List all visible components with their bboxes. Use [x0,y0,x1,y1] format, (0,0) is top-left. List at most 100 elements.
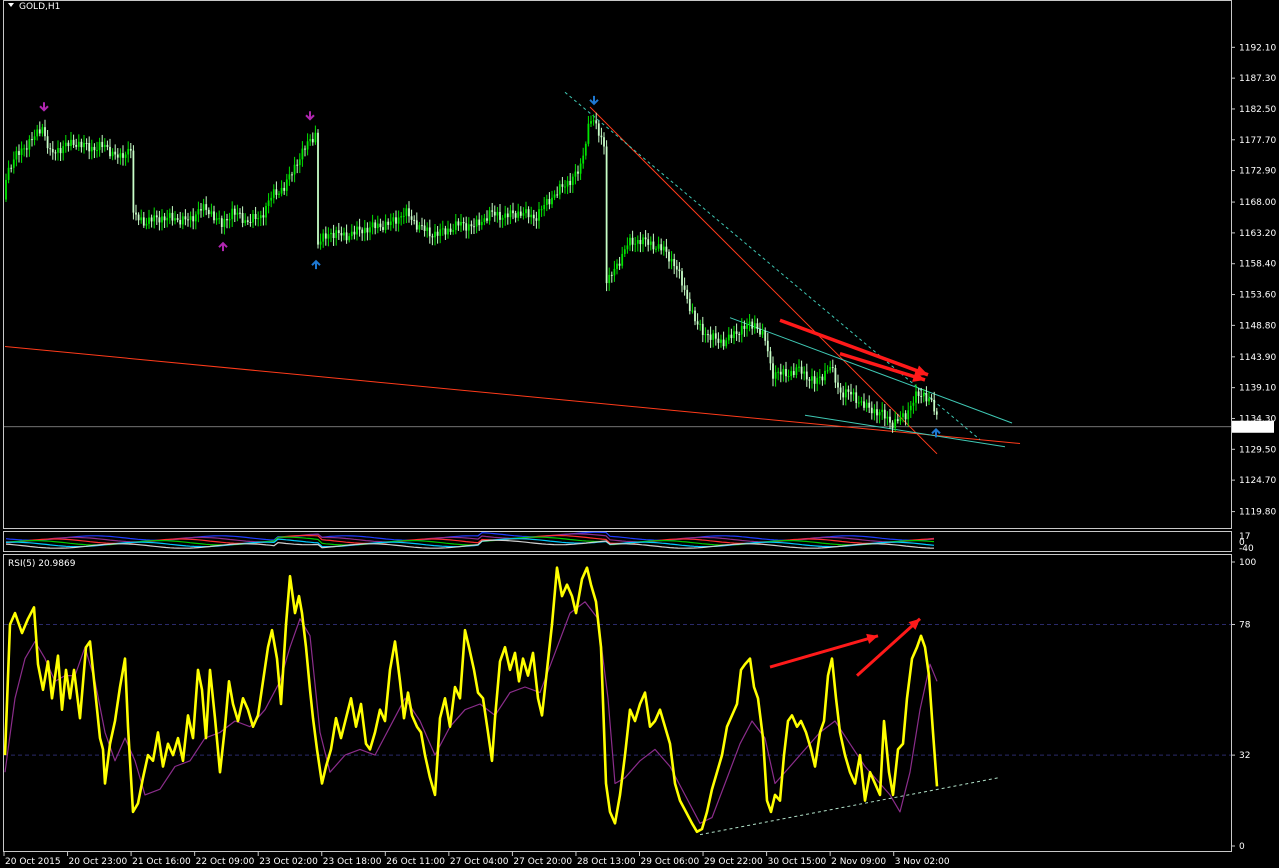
price-tick-label: 1182.50 [1239,105,1276,115]
price-candle-body [103,144,106,148]
price-candle-body [337,230,340,234]
price-candle-body [782,369,785,375]
price-candle-body [634,243,637,245]
price-candle-body [382,227,384,230]
price-candle-body [525,209,527,214]
price-candle-body [402,215,405,217]
price-candle-body [631,237,634,245]
price-candle-body [564,186,566,188]
price-candle-body [36,129,39,137]
price-candle-body [220,218,223,227]
x-tick-label: 20 Oct 2015 [5,857,61,867]
price-candle-body [7,167,10,180]
price-candle-body [478,219,481,226]
price-candle-body [90,146,93,152]
price-candle-body [545,198,548,205]
price-candle-body [205,204,208,210]
price-candle-body [746,324,748,329]
price-candle-body [704,334,707,336]
price-candle-body [662,246,665,251]
price-candle-body [163,216,166,221]
price-candle-body [285,179,288,191]
price-candle-body [174,218,176,221]
price-candle-body [868,402,871,408]
price-candle-body [764,330,767,341]
price-candle-body [873,409,876,414]
price-candle-body [33,136,36,140]
price-candle-body [899,417,902,422]
price-candle-body [70,139,72,147]
price-candle-body [714,333,717,339]
price-candle-body [202,204,205,211]
price-candle-body [644,237,647,240]
price-candle-body [358,226,361,230]
symbol-dropdown-icon[interactable] [8,3,14,7]
price-candle-body [803,371,806,374]
price-candle-body [83,142,85,148]
rsi-annotation-arrow [769,634,879,669]
price-tick-label: 1187.30 [1239,74,1276,84]
price-candle-body [785,369,787,377]
price-candle-body [10,167,13,169]
price-candle-body [215,218,218,221]
price-candle-body [155,215,158,218]
price-candle-body [831,367,834,369]
price-tick-label: 1158.40 [1239,260,1276,270]
price-candle-body [574,171,577,177]
price-candle-body [571,176,574,185]
price-tick-label: 1192.10 [1239,43,1276,53]
price-candle-body [842,392,845,398]
price-candle-body [595,120,598,124]
price-candle-body [369,227,371,233]
price-candle-body [811,376,813,381]
price-candle-body [96,149,98,151]
price-candle-body [826,370,829,372]
price-candle-body [660,244,663,251]
price-candle-body [883,409,886,419]
price-candle-body [813,376,816,384]
price-candle-body [506,213,509,218]
price-candle-body [439,229,442,236]
price-candle-body [743,325,746,329]
price-candle-body [857,402,860,404]
price-candle-body [314,132,317,143]
price-trendline [804,414,1006,448]
price-candle-body [491,210,494,212]
price-candle-body [49,148,52,150]
price-candle-body [558,184,561,195]
price-candle-body [730,334,733,339]
price-candle-body [168,212,171,218]
price-candle-body [647,239,650,245]
price-candle-body [405,208,408,216]
price-candle-body [46,136,49,149]
price-candle-body [145,223,148,226]
price-candle-body [712,333,715,340]
price-candle-body [44,127,46,137]
price-candle-body [124,154,127,158]
fractal-up-arrow-icon [311,259,321,270]
price-candle-body [473,226,475,228]
price-candle-body [642,237,644,245]
price-candle-body [878,412,881,416]
price-candle-body [681,271,683,286]
price-candle-body [774,372,777,379]
price-candle-body [816,377,819,384]
price-candle-body [821,376,824,381]
price-candle-body [137,214,140,221]
price-candle-body [512,210,514,214]
price-candle-body [421,225,423,227]
price-candle-body [5,179,7,200]
price-candle-body [148,217,150,224]
price-candle-body [241,213,244,223]
price-candle-body [891,422,894,429]
price-candle-body [447,228,449,235]
price-candle-body [213,211,215,221]
price-candle-body [452,230,455,232]
price-candle-body [551,197,553,205]
price-candle-body [340,233,343,236]
price-candle-body [597,123,600,136]
price-candle-body [41,127,44,134]
price-candle-body [75,144,78,147]
price-candle-body [769,351,772,364]
price-candle-body [673,258,676,267]
